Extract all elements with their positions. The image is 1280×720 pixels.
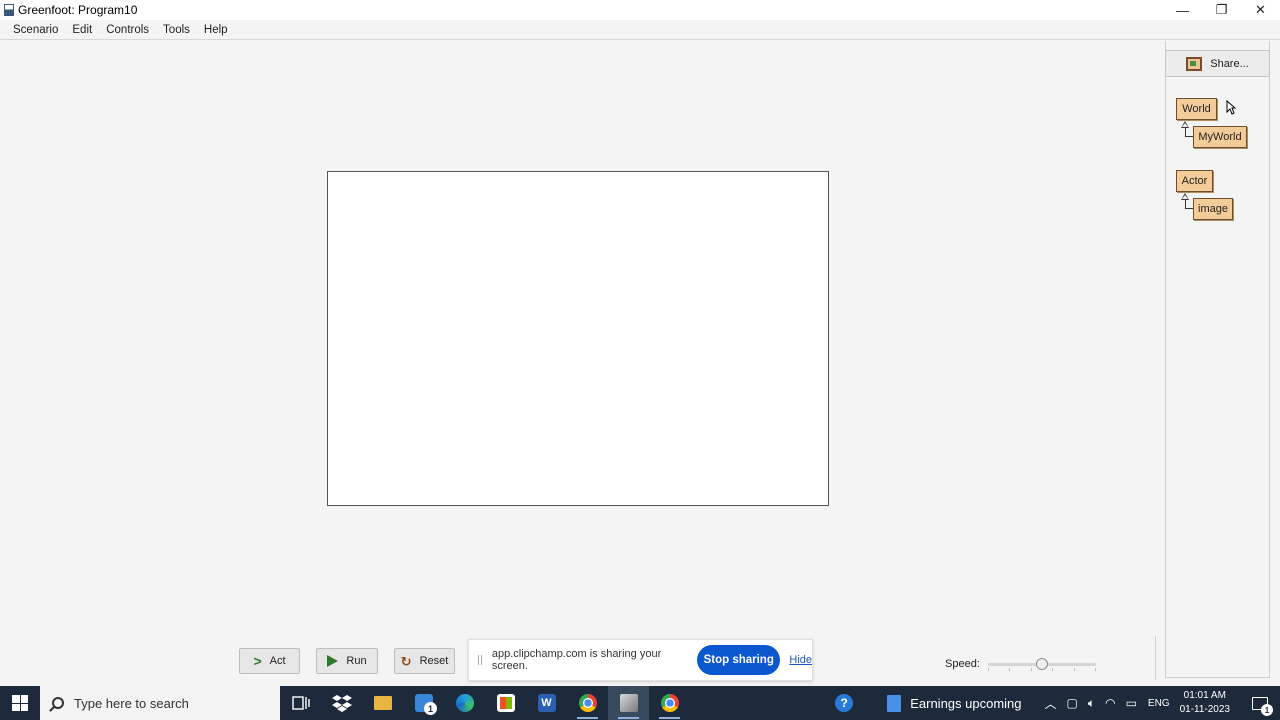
hide-link[interactable]: Hide [789, 654, 812, 666]
store-icon [496, 694, 515, 712]
taskbar-dropbox[interactable] [321, 686, 362, 720]
system-tray: ? Earnings upcoming ︿ ▢ 🔈︎ ◠ ▭ ENG 01:01… [835, 686, 1280, 720]
dropbox-icon [331, 695, 352, 712]
play-icon [327, 655, 339, 667]
mail-badge: 1 [424, 702, 437, 715]
share-button-label: Share... [1210, 57, 1249, 70]
search-icon [52, 697, 64, 709]
menu-edit[interactable]: Edit [65, 24, 99, 36]
menu-help[interactable]: Help [197, 24, 235, 36]
menu-bar: Scenario Edit Controls Tools Help [0, 20, 1280, 40]
share-easel-icon [1186, 56, 1203, 71]
share-button[interactable]: Share... [1165, 50, 1270, 77]
act-arrow-icon: > [253, 653, 262, 669]
inheritance-arrow-icon [1181, 121, 1189, 128]
inheritance-line [1185, 128, 1193, 137]
taskbar-greenfoot[interactable] [608, 686, 649, 720]
language-indicator[interactable]: ENG [1148, 698, 1170, 709]
class-image[interactable]: image [1193, 198, 1233, 220]
title-bar: Greenfoot: Program10 — ❐ ✕ [0, 0, 1280, 20]
news-icon [887, 694, 902, 712]
network-icon[interactable]: ◠ [1105, 696, 1115, 710]
menu-controls[interactable]: Controls [99, 24, 156, 36]
greenfoot-icon [619, 694, 638, 712]
taskbar-file-explorer[interactable] [362, 686, 403, 720]
close-button[interactable]: ✕ [1241, 0, 1280, 20]
taskbar-word[interactable]: W [526, 686, 567, 720]
news-text: Earnings upcoming [910, 695, 1022, 711]
taskbar-chrome-2[interactable] [649, 686, 690, 720]
menu-scenario[interactable]: Scenario [6, 24, 65, 36]
clock[interactable]: 01:01 AM 01-11-2023 [1180, 689, 1230, 717]
running-indicator [618, 717, 639, 719]
reset-icon: ↻ [400, 653, 412, 669]
edge-icon [455, 694, 474, 712]
act-button-label: Act [269, 655, 286, 667]
stop-sharing-button[interactable]: Stop sharing [697, 645, 781, 675]
windows-logo-icon [12, 695, 28, 711]
restore-button[interactable]: ❐ [1202, 0, 1241, 20]
minimize-button[interactable]: — [1163, 0, 1202, 20]
task-view-button[interactable] [280, 686, 321, 720]
greenfoot-app-icon [4, 4, 14, 16]
help-icon[interactable]: ? [835, 694, 854, 712]
taskbar-search[interactable]: Type here to search [40, 686, 280, 720]
show-hidden-icons-icon[interactable]: ︿ [1045, 695, 1057, 712]
word-icon: W [537, 694, 556, 712]
speed-slider-thumb[interactable] [1036, 658, 1048, 670]
taskbar: Type here to search 1 W ? Earnings upcom… [0, 686, 1280, 720]
run-button[interactable]: Run [316, 648, 378, 674]
panel-divider [1155, 636, 1156, 680]
screen-share-message: app.clipchamp.com is sharing your screen… [491, 648, 662, 672]
inheritance-line [1185, 200, 1193, 209]
window-title: Greenfoot: Program10 [18, 3, 138, 17]
speed-label: Speed: [945, 658, 980, 670]
taskbar-mail[interactable]: 1 [403, 686, 444, 720]
menu-tools[interactable]: Tools [156, 24, 197, 36]
start-button[interactable] [0, 686, 40, 720]
act-button[interactable]: > Act [239, 648, 300, 674]
inheritance-arrow-icon [1181, 193, 1189, 200]
class-myworld[interactable]: MyWorld [1193, 126, 1247, 148]
chrome-icon [660, 694, 679, 712]
clock-date: 01-11-2023 [1179, 704, 1230, 715]
reset-button[interactable]: ↻ Reset [394, 648, 455, 674]
taskbar-edge[interactable] [444, 686, 485, 720]
running-indicator [659, 717, 680, 719]
search-placeholder: Type here to search [74, 695, 189, 711]
drag-handle-icon[interactable] [478, 655, 482, 665]
clock-time: 01:01 AM [1183, 690, 1226, 701]
battery-icon[interactable]: ▭ [1126, 696, 1137, 710]
taskbar-store[interactable] [485, 686, 526, 720]
running-indicator [577, 717, 598, 719]
folder-icon [373, 696, 392, 710]
task-view-icon [291, 696, 310, 710]
window-controls: — ❐ ✕ [1163, 0, 1280, 20]
screen-share-bar: app.clipchamp.com is sharing your screen… [468, 639, 813, 681]
class-actor[interactable]: Actor [1176, 170, 1213, 192]
run-button-label: Run [346, 655, 367, 667]
class-world[interactable]: World [1176, 98, 1217, 120]
notification-center-button[interactable]: 1 [1240, 686, 1280, 720]
volume-icon[interactable]: 🔈︎ [1088, 696, 1095, 711]
reset-button-label: Reset [419, 655, 449, 667]
news-widget[interactable]: Earnings upcoming [887, 694, 1022, 712]
device-icon[interactable]: ▢ [1067, 696, 1078, 710]
taskbar-chrome[interactable] [567, 686, 608, 720]
notification-badge: 1 [1261, 704, 1273, 716]
chrome-icon [578, 694, 597, 712]
world-canvas[interactable] [327, 171, 829, 506]
